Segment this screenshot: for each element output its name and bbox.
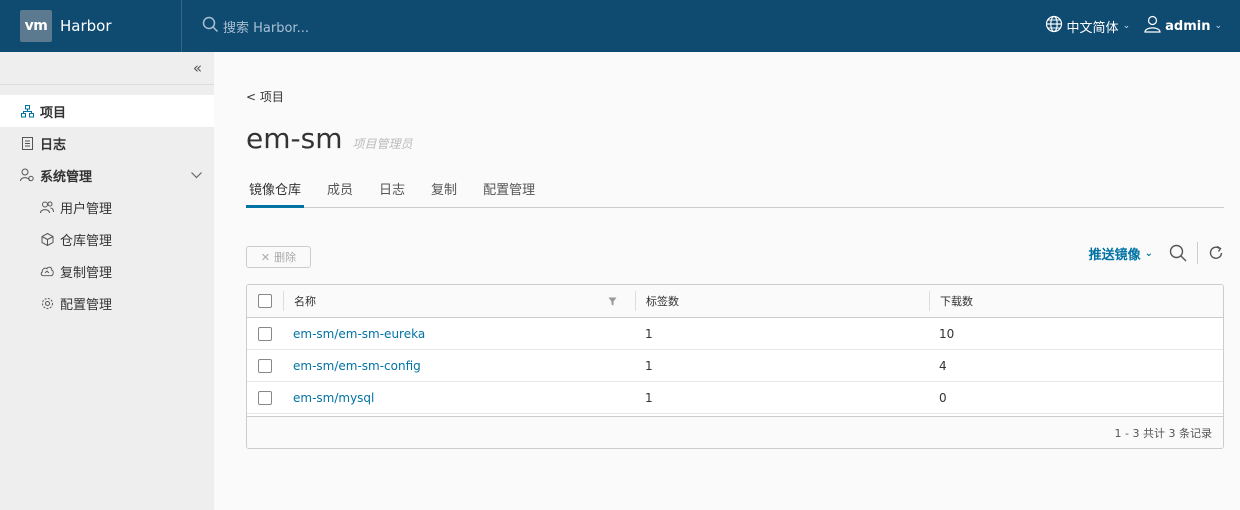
- sidebar-item-registries[interactable]: 仓库管理: [0, 223, 214, 255]
- repository-link[interactable]: em-sm/mysql: [293, 391, 374, 405]
- tag-count: 1: [645, 390, 653, 405]
- sidebar-item-system-admin[interactable]: 系统管理: [0, 159, 214, 191]
- search-placeholder: 搜索 Harbor...: [223, 20, 309, 36]
- page-title: em-sm 项目管理员: [246, 122, 412, 155]
- push-image-dropdown[interactable]: 推送镜像 ⌄: [1089, 244, 1153, 263]
- vmware-logo: vm: [20, 10, 52, 42]
- table-row[interactable]: em-sm/mysql 1 0: [247, 382, 1223, 414]
- tag-count: 1: [645, 326, 653, 341]
- tab-repositories[interactable]: 镜像仓库: [246, 179, 305, 208]
- close-icon: ✕: [260, 250, 271, 264]
- row-checkbox[interactable]: [258, 390, 272, 405]
- pull-count: 4: [939, 358, 947, 373]
- double-chevron-left-icon[interactable]: «: [193, 59, 202, 77]
- user-name: admin: [1165, 18, 1211, 34]
- table-row[interactable]: em-sm/em-sm-config 1 4: [247, 350, 1223, 382]
- admin-icon: [20, 168, 34, 182]
- delete-button[interactable]: ✕ 删除: [246, 246, 311, 268]
- column-header-tags[interactable]: 标签数: [646, 293, 679, 309]
- sidebar-item-label: 项目: [40, 105, 67, 121]
- sidebar-item-label: 配置管理: [60, 297, 113, 313]
- app-name: Harbor: [60, 17, 112, 35]
- project-name: em-sm: [246, 122, 343, 155]
- projects-icon: [20, 104, 34, 118]
- sidebar-item-label: 系统管理: [40, 169, 93, 185]
- row-checkbox[interactable]: [258, 326, 272, 341]
- sidebar-item-users[interactable]: 用户管理: [0, 191, 214, 223]
- sidebar: « 项目 日志 系统管理 用户管理 仓库管理 复制管理 配置管理: [0, 52, 214, 510]
- sidebar-collapse[interactable]: «: [0, 52, 214, 85]
- project-role: 项目管理员: [352, 137, 413, 151]
- sidebar-item-label: 用户管理: [60, 201, 113, 217]
- tag-count: 1: [645, 358, 653, 373]
- user-icon: [1144, 15, 1161, 37]
- chevron-down-icon: ⌄: [1144, 247, 1153, 259]
- sidebar-item-label: 仓库管理: [60, 233, 113, 249]
- replication-icon: [40, 264, 54, 278]
- gear-icon: [40, 296, 54, 310]
- chevron-down-icon: ⌄: [1214, 21, 1222, 31]
- pull-count: 10: [939, 326, 955, 341]
- column-header-pulls[interactable]: 下载数: [940, 293, 973, 309]
- sidebar-item-projects[interactable]: 项目: [0, 95, 214, 127]
- tab-logs[interactable]: 日志: [376, 179, 408, 208]
- users-icon: [40, 200, 54, 214]
- chevron-down-icon: ⌄: [1122, 21, 1131, 31]
- tab-replication[interactable]: 复制: [428, 179, 460, 208]
- logs-icon: [20, 136, 34, 150]
- tab-configuration[interactable]: 配置管理: [480, 179, 538, 208]
- table-toolbar: 推送镜像 ⌄: [1089, 242, 1224, 264]
- table-row[interactable]: em-sm/em-sm-eureka 1 10: [247, 318, 1223, 350]
- search-icon[interactable]: [1169, 244, 1187, 262]
- chevron-down-icon[interactable]: [191, 169, 202, 182]
- search-icon: [202, 16, 223, 37]
- sidebar-item-label: 复制管理: [60, 265, 113, 281]
- user-menu[interactable]: admin ⌄: [1144, 15, 1222, 37]
- language-label: 中文简体: [1066, 20, 1119, 36]
- sidebar-item-label: 日志: [40, 137, 67, 153]
- toolbar-divider: [1197, 242, 1198, 264]
- sidebar-item-configuration[interactable]: 配置管理: [0, 287, 214, 319]
- repository-table: 名称 标签数 下载数 em-sm/em-sm-eureka 1 10 em-sm…: [246, 284, 1224, 449]
- language-dropdown[interactable]: 中文简体 ⌄: [1045, 15, 1131, 37]
- table-header: 名称 标签数 下载数: [247, 285, 1223, 318]
- push-image-label: 推送镜像: [1088, 247, 1141, 263]
- filter-icon[interactable]: [608, 297, 617, 306]
- repository-link[interactable]: em-sm/em-sm-eureka: [293, 327, 425, 341]
- sidebar-item-replications[interactable]: 复制管理: [0, 255, 214, 287]
- column-header-name[interactable]: 名称: [294, 293, 316, 309]
- global-search[interactable]: 搜索 Harbor...: [202, 16, 309, 37]
- top-nav: vm Harbor 搜索 Harbor... 中文简体 ⌄ admin ⌄: [0, 0, 1240, 52]
- select-all-checkbox[interactable]: [258, 294, 272, 308]
- brand[interactable]: vm Harbor: [0, 0, 182, 52]
- table-footer: 1 - 3 共计 3 条记录: [247, 416, 1223, 448]
- refresh-icon[interactable]: [1208, 245, 1224, 261]
- row-checkbox[interactable]: [258, 358, 272, 373]
- pull-count: 0: [939, 390, 947, 405]
- globe-icon: [1045, 15, 1063, 37]
- breadcrumb-back-link[interactable]: < 项目: [246, 88, 284, 105]
- pagination-summary: 1 - 3 共计 3 条记录: [1114, 426, 1212, 440]
- registry-icon: [40, 232, 54, 246]
- sidebar-item-logs[interactable]: 日志: [0, 127, 214, 159]
- delete-label: 删除: [274, 251, 297, 264]
- tab-members[interactable]: 成员: [324, 179, 356, 208]
- repository-link[interactable]: em-sm/em-sm-config: [293, 359, 421, 373]
- project-tabs: 镜像仓库 成员 日志 复制 配置管理: [246, 179, 1224, 208]
